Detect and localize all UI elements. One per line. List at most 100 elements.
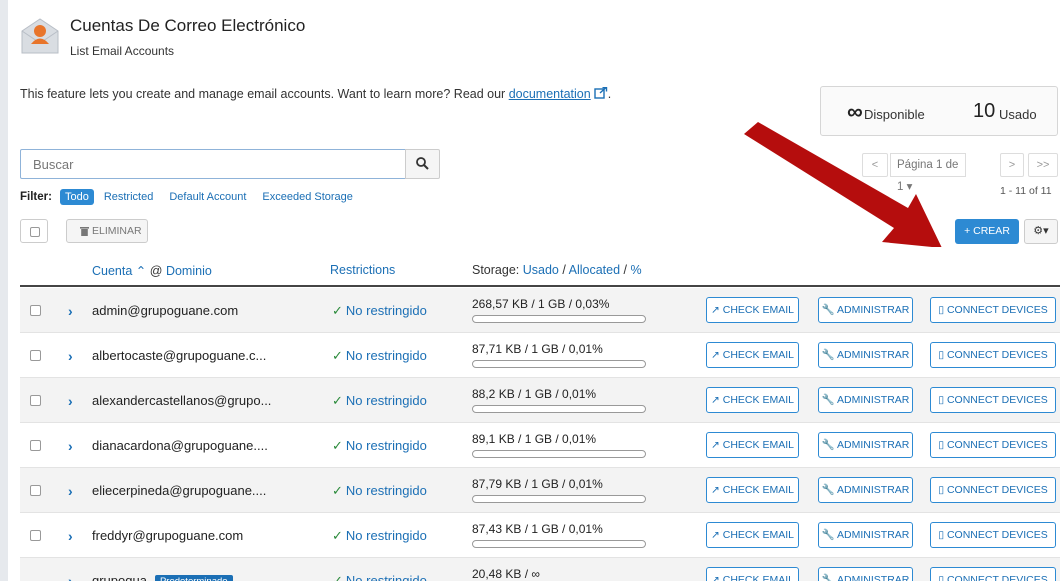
table-row: › albertocaste@grupoguane.c... ✓ No restrin… [20,333,1060,378]
storage-progress-bar [472,405,646,413]
storage-value: 87,71 KB / 1 GB / 0,01% [472,342,603,356]
filter-all[interactable]: Todo [59,189,94,205]
check-email-label: CHECK EMAIL [722,529,794,541]
wrench-icon: 🔧 [821,574,838,581]
check-email-button[interactable]: ↗ CHECK EMAIL [706,522,799,548]
manage-button[interactable]: 🔧 ADMINISTRAR [818,342,913,368]
expand-row-icon[interactable]: › [68,438,73,454]
row-checkbox[interactable] [30,305,41,316]
expand-row-icon[interactable]: › [68,303,73,319]
account-name-cell: admin@grupoguane.com [92,303,238,318]
check-email-label: CHECK EMAIL [722,484,794,496]
row-checkbox[interactable] [30,485,41,496]
storage-allocated-header[interactable]: Allocated [569,263,620,277]
restriction-status: ✓ No restringido [332,573,427,581]
next-page-button[interactable]: > [1000,153,1024,177]
check-icon: ✓ [332,438,343,453]
external-link-icon: ↗ [711,349,723,361]
storage-prefix: Storage: [472,263,520,277]
settings-dropdown[interactable]: ⚙▾ [1024,219,1058,244]
last-page-button[interactable]: >> [1028,153,1058,177]
default-badge: Predeterminado [154,575,233,581]
manage-label: ADMINISTRAR [837,574,910,581]
filter-default-account[interactable]: Default Account [169,191,246,203]
available-label: Disponible [864,107,925,122]
restriction-label: No restringido [345,393,427,408]
select-all-checkbox[interactable] [20,219,48,243]
manage-button[interactable]: 🔧 ADMINISTRAR [818,297,913,323]
external-link-icon: ↗ [711,439,723,451]
check-email-button[interactable]: ↗ CHECK EMAIL [706,477,799,503]
row-checkbox[interactable] [30,530,41,541]
domain-header[interactable]: Dominio [166,264,212,278]
manage-label: ADMINISTRAR [837,349,910,361]
storage-percent-header[interactable]: % [630,263,641,277]
external-link-icon: ↗ [711,574,723,581]
intro-text: This feature lets you create and manage … [20,87,611,101]
check-icon: ✓ [332,348,343,363]
account-name-cell: freddyr@grupoguane.com [92,528,243,543]
device-icon: ▯ [938,394,947,406]
connect-devices-button[interactable]: ▯ CONNECT DEVICES [930,342,1056,368]
expand-row-icon[interactable]: › [68,528,73,544]
connect-devices-button[interactable]: ▯ CONNECT DEVICES [930,432,1056,458]
restriction-label: No restringido [345,303,427,318]
storage-progress-bar [472,450,646,458]
storage-value: 20,48 KB / ∞ [472,567,540,581]
restrictions-header[interactable]: Restrictions [330,263,395,277]
wrench-icon: 🔧 [821,529,838,541]
check-email-button[interactable]: ↗ CHECK EMAIL [706,387,799,413]
search-button[interactable] [405,149,440,179]
row-checkbox[interactable] [30,395,41,406]
email-accounts-icon [21,18,59,54]
account-header[interactable]: Cuenta [92,264,132,278]
manage-button[interactable]: 🔧 ADMINISTRAR [818,387,913,413]
storage-used-header[interactable]: Usado [523,263,559,277]
expand-row-icon[interactable]: › [68,393,73,409]
table-row: › eliecerpineda@grupoguane.... ✓ No restrin… [20,468,1060,513]
expand-row-icon[interactable]: › [68,573,73,581]
sort-account-header[interactable]: Cuenta ⌃ @ Dominio [92,263,212,278]
search-icon [416,157,429,170]
connect-devices-button[interactable]: ▯ CONNECT DEVICES [930,477,1056,503]
restriction-status: ✓ No restringido [332,348,427,364]
expand-row-icon[interactable]: › [68,483,73,499]
device-icon: ▯ [938,484,947,496]
row-checkbox[interactable] [30,350,41,361]
search-input[interactable] [21,150,406,178]
connect-devices-button[interactable]: ▯ CONNECT DEVICES [930,567,1056,581]
row-checkbox[interactable] [30,440,41,451]
account-email: albertocaste@grupoguane.c... [92,348,267,363]
check-email-button[interactable]: ↗ CHECK EMAIL [706,297,799,323]
check-email-button[interactable]: ↗ CHECK EMAIL [706,567,799,581]
documentation-link[interactable]: documentation [509,87,591,101]
intro-text-body: This feature lets you create and manage … [20,87,509,101]
connect-devices-label: CONNECT DEVICES [946,529,1048,541]
left-edge [0,0,8,581]
wrench-icon: 🔧 [821,304,838,316]
filter-restricted[interactable]: Restricted [104,191,154,203]
connect-devices-button[interactable]: ▯ CONNECT DEVICES [930,522,1056,548]
manage-button[interactable]: 🔧 ADMINISTRAR [818,522,913,548]
used-label: Usado [999,107,1037,122]
manage-button[interactable]: 🔧 ADMINISTRAR [818,432,913,458]
check-email-label: CHECK EMAIL [722,439,794,451]
manage-button[interactable]: 🔧 ADMINISTRAR [818,477,913,503]
expand-row-icon[interactable]: › [68,348,73,364]
external-link-icon[interactable] [594,87,608,99]
storage-progress-bar [472,495,646,503]
connect-devices-button[interactable]: ▯ CONNECT DEVICES [930,297,1056,323]
account-name-cell: albertocaste@grupoguane.c... [92,348,266,363]
account-email: freddyr@grupoguane.com [92,528,244,543]
device-icon: ▯ [938,304,947,316]
connect-devices-button[interactable]: ▯ CONNECT DEVICES [930,387,1056,413]
delete-button[interactable]: ELIMINAR [66,219,148,243]
connect-devices-label: CONNECT DEVICES [946,349,1048,361]
manage-label: ADMINISTRAR [837,529,910,541]
create-button[interactable]: + CREAR [955,219,1019,244]
manage-button[interactable]: 🔧 ADMINISTRAR [818,567,913,581]
check-email-button[interactable]: ↗ CHECK EMAIL [706,342,799,368]
account-email: admin@grupoguane.com [92,303,239,318]
check-email-button[interactable]: ↗ CHECK EMAIL [706,432,799,458]
filter-exceeded-storage[interactable]: Exceeded Storage [262,191,353,203]
